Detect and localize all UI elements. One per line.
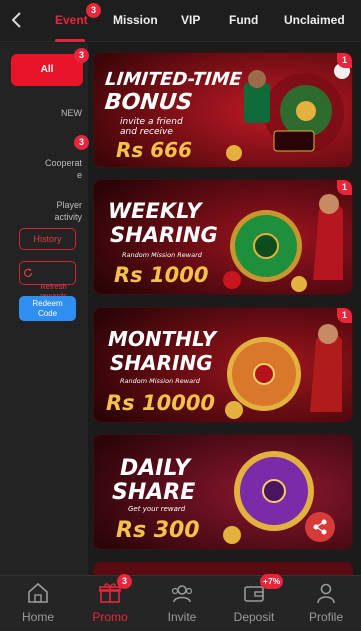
banner-amount: Rs 666: [116, 138, 192, 162]
promo-banner-monthly-sharing[interactable]: MONTHLY SHARING Random Mission Reward Rs…: [93, 307, 353, 423]
sidebar-all-badge: 3: [74, 48, 89, 63]
nav-profile[interactable]: Profile: [290, 576, 361, 631]
sidebar-item-all[interactable]: All: [11, 54, 83, 86]
promo-banner-weekly-sharing[interactable]: WEEKLY SHARING Random Mission Reward Rs …: [93, 179, 353, 295]
nav-promo[interactable]: 3 Promo: [74, 574, 146, 631]
banner-artwork: WEEKLY SHARING Random Mission Reward Rs …: [94, 180, 352, 294]
sidebar-item-player-activity[interactable]: Player activity: [10, 187, 82, 223]
active-tab-indicator: [55, 39, 85, 42]
banner-subtitle: Get your reward: [128, 505, 186, 513]
sidebar-item-label: NEW: [61, 108, 82, 118]
banner-title-line1: WEEKLY: [108, 199, 203, 223]
refresh-rewards-button[interactable]: Refresh rewards: [19, 261, 76, 300]
sidebar-item-cooperate[interactable]: Cooperat e: [10, 145, 82, 181]
banner-badge: 1: [337, 308, 352, 323]
promo-banner-partial[interactable]: [93, 562, 353, 575]
sidebar-item-label: Player activity: [54, 200, 82, 222]
banner-badge: 1: [337, 180, 352, 195]
nav-label: Home: [21, 610, 54, 624]
nav-promo-badge: 3: [117, 574, 132, 589]
tab-fund[interactable]: Fund: [229, 13, 258, 27]
banner-amount: Rs 300: [116, 518, 200, 543]
nav-label: Profile: [308, 610, 343, 624]
back-arrow-icon[interactable]: [6, 9, 28, 31]
banner-title-line1: MONTHLY: [108, 327, 219, 351]
banner-title-line2: SHARING: [110, 351, 213, 375]
person-icon: [317, 583, 335, 604]
nav-home[interactable]: Home: [2, 576, 74, 631]
nav-label: Invite: [167, 610, 197, 624]
nav-deposit[interactable]: +7% Deposit: [218, 574, 290, 631]
sidebar-item-label: Cooperat e: [44, 158, 82, 180]
nav-label: Deposit: [233, 610, 275, 624]
banner-title-line2: BONUS: [103, 90, 193, 115]
banner-subtitle-line1: invite a friend: [120, 117, 183, 127]
banner-artwork: MONTHLY SHARING Random Mission Reward Rs…: [94, 308, 352, 422]
sidebar-cooperate-badge: 3: [74, 135, 89, 150]
nav-label: Promo: [92, 610, 128, 624]
redeem-code-button[interactable]: Redeem Code: [19, 296, 76, 321]
home-icon: [28, 582, 48, 603]
sidebar-item-new[interactable]: NEW: [10, 107, 82, 119]
banner-subtitle-line2: and receive: [120, 127, 173, 137]
banner-subtitle: Random Mission Reward: [122, 251, 203, 259]
tab-event-badge: 3: [86, 3, 101, 18]
users-icon: [171, 585, 193, 603]
bottom-nav-bar: Home 3 Promo Invite +7% Deposit Profile: [0, 574, 361, 631]
banner-title-line2: SHARING: [110, 223, 218, 247]
banner-title-line2: SHARE: [112, 480, 195, 505]
tab-mission[interactable]: Mission: [113, 13, 158, 27]
category-sidebar: All 3 NEW Cooperat e 3 Player activity H…: [0, 43, 89, 575]
banner-title-line1: DAILY: [120, 456, 192, 481]
tab-vip[interactable]: VIP: [181, 13, 200, 27]
nav-deposit-badge: +7%: [260, 574, 284, 589]
banner-artwork: LIMITED-TIME BONUS invite a friend and r…: [94, 53, 352, 167]
nav-invite[interactable]: Invite: [146, 576, 218, 631]
tab-unclaimed[interactable]: Unclaimed: [284, 13, 345, 27]
banner-amount: Rs 1000: [114, 263, 208, 287]
banner-badge: 1: [337, 53, 352, 68]
tab-event[interactable]: Event: [55, 13, 88, 27]
banner-title-line1: LIMITED-TIME: [104, 69, 243, 90]
history-button[interactable]: History: [19, 228, 76, 250]
promo-banner-limited-time-bonus[interactable]: LIMITED-TIME BONUS invite a friend and r…: [93, 52, 353, 168]
refresh-icon: [23, 268, 33, 278]
banner-amount: Rs 10000: [106, 391, 215, 415]
banner-artwork: DAILY SHARE Get your reward Rs 300: [94, 435, 352, 549]
banner-subtitle: Random Mission Reward: [120, 377, 201, 385]
top-tab-bar: Event 3 Mission VIP Fund Unclaimed: [0, 0, 361, 42]
promo-banner-daily-share[interactable]: DAILY SHARE Get your reward Rs 300: [93, 434, 353, 550]
